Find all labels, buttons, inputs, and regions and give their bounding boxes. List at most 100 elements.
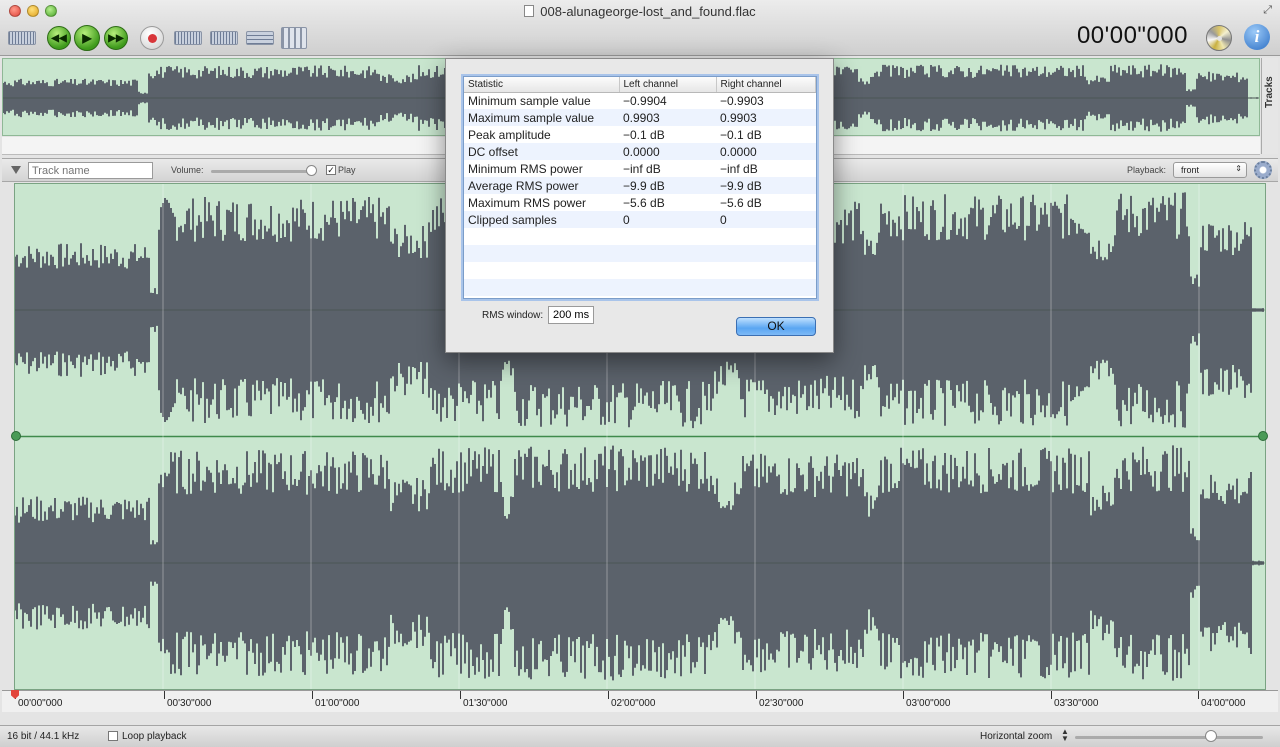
- table-row[interactable]: DC offset 0.0000 0.0000: [464, 143, 816, 160]
- table-row[interactable]: Average RMS power −9.9 dB −9.9 dB: [464, 177, 816, 194]
- left-channel-value: −9.9 dB: [619, 177, 716, 194]
- playback-select-value: front: [1181, 165, 1200, 175]
- column-header-left-channel[interactable]: Left channel: [619, 77, 717, 93]
- ruler-tick: [460, 691, 461, 699]
- ruler-label: 03'00"000: [906, 698, 951, 709]
- table-row[interactable]: Maximum RMS power −5.6 dB −5.6 dB: [464, 194, 816, 211]
- ruler-tick: [1198, 691, 1199, 699]
- statistic-name: DC offset: [464, 143, 619, 160]
- ruler-tick: [164, 691, 165, 699]
- clear-icon: [210, 31, 238, 45]
- document-icon: [524, 5, 535, 17]
- statistic-name: Peak amplitude: [468, 127, 551, 142]
- ruler-label: 03'30"000: [1054, 698, 1099, 709]
- zoom-stepper-icon[interactable]: ▲ ▼: [1061, 728, 1069, 743]
- time-display: 00'00"000: [1076, 22, 1188, 49]
- rewind-button[interactable]: ◀◀: [47, 24, 71, 52]
- left-channel-value: 0.0000: [619, 143, 716, 160]
- table-row[interactable]: Clipped samples 0 0: [464, 211, 816, 228]
- info-icon[interactable]: i: [1244, 24, 1270, 50]
- mixer-icon: [281, 27, 307, 49]
- play-label: Play: [338, 165, 356, 175]
- horizontal-zoom-slider[interactable]: [1075, 736, 1263, 739]
- statistic-name: Average RMS power: [464, 177, 619, 194]
- right-channel-value: −inf dB: [720, 161, 758, 176]
- table-row[interactable]: Maximum sample value 0.9903 0.9903: [464, 109, 816, 126]
- gear-icon[interactable]: [1254, 161, 1272, 179]
- fast-forward-icon: ▶▶: [104, 26, 128, 50]
- empty-row: [464, 262, 816, 279]
- app-window: 008-alunageorge-lost_and_found.flac ⤢ ◀◀…: [0, 0, 1280, 747]
- statistics-table: Statistic Left channel Right channel Min…: [463, 76, 817, 299]
- tracks-tab-label: Tracks: [1264, 76, 1275, 108]
- time-ruler[interactable]: 00'00"000 00'30"000 01'00"000 01'30"000 02'0…: [2, 690, 1278, 712]
- left-channel-value: 0: [619, 211, 716, 228]
- left-channel-value: 0.9903: [619, 109, 716, 126]
- loop-button[interactable]: [174, 24, 202, 52]
- playback-select[interactable]: front ⇕: [1173, 162, 1247, 178]
- effects-icon: [246, 31, 274, 45]
- effects-button[interactable]: [246, 24, 274, 52]
- horizontal-zoom-label: Horizontal zoom: [980, 731, 1053, 742]
- statistic-name: Maximum sample value: [464, 109, 619, 126]
- table-row[interactable]: Peak amplitude −0.1 dB −0.1 dB: [464, 126, 816, 143]
- ok-button[interactable]: OK: [736, 317, 816, 336]
- collapse-track-icon[interactable]: [11, 166, 21, 174]
- column-header-statistic[interactable]: Statistic: [464, 77, 620, 93]
- record-icon: [140, 26, 164, 50]
- track-name-input[interactable]: [28, 162, 153, 179]
- left-channel-value: −inf dB: [623, 161, 661, 176]
- table-row[interactable]: Minimum RMS power −inf dB −inf dB: [464, 160, 816, 177]
- volume-slider[interactable]: [211, 170, 316, 173]
- volume-label: Volume:: [171, 165, 204, 175]
- ruler-tick: [312, 691, 313, 699]
- volume-slider-knob[interactable]: [306, 165, 317, 176]
- envelope-point-right[interactable]: [1258, 431, 1268, 441]
- empty-row: [464, 228, 816, 245]
- column-header-right-channel[interactable]: Right channel: [716, 77, 816, 93]
- fullscreen-icon[interactable]: ⤢: [1263, 4, 1272, 17]
- loop-icon: [174, 31, 202, 45]
- ruler-tick: [756, 691, 757, 699]
- window-title: 008-alunageorge-lost_and_found.flac: [0, 4, 1280, 19]
- right-channel-value: −0.1 dB: [720, 127, 762, 142]
- select-arrows-icon: ⇕: [1235, 164, 1242, 173]
- table-row[interactable]: Minimum sample value −0.9904 −0.9903: [464, 92, 816, 109]
- empty-row: [464, 245, 816, 262]
- ruler-label: 01'00"000: [315, 698, 360, 709]
- loop-playback-label: Loop playback: [122, 731, 187, 742]
- horizontal-zoom-knob[interactable]: [1205, 730, 1217, 742]
- statistic-name: Minimum sample value: [468, 93, 591, 108]
- mixer-button[interactable]: [281, 24, 307, 52]
- ruler-tick: [1051, 691, 1052, 699]
- input-level-button[interactable]: [8, 24, 36, 52]
- ruler-label: 00'00"000: [18, 698, 63, 709]
- loop-playback-checkbox[interactable]: [108, 731, 118, 741]
- envelope-point-left[interactable]: [11, 431, 21, 441]
- play-button[interactable]: ▶: [74, 24, 100, 52]
- clear-button[interactable]: [210, 24, 238, 52]
- right-channel-value: 0.9903: [716, 109, 816, 126]
- right-channel-value: 0: [716, 211, 816, 228]
- ruler-label: 02'00"000: [611, 698, 656, 709]
- input-level-icon: [8, 31, 36, 45]
- ruler-tick: [608, 691, 609, 699]
- ruler-label: 00'30"000: [167, 698, 212, 709]
- left-channel-value: −0.9904: [623, 93, 667, 108]
- right-channel-value: −5.6 dB: [720, 195, 762, 210]
- status-bar: 16 bit / 44.1 kHz Loop playback Horizont…: [0, 725, 1280, 747]
- tracks-tab[interactable]: Tracks: [1261, 58, 1278, 154]
- left-channel-value: −5.6 dB: [623, 195, 665, 210]
- rms-window-label: RMS window:: [482, 310, 544, 321]
- play-checkbox[interactable]: ✓: [326, 165, 336, 175]
- toolbar: 008-alunageorge-lost_and_found.flac ⤢ ◀◀…: [0, 0, 1280, 56]
- rms-window-input[interactable]: [548, 306, 594, 324]
- record-button[interactable]: [140, 24, 164, 52]
- fast-forward-button[interactable]: ▶▶: [104, 24, 128, 52]
- rewind-icon: ◀◀: [47, 26, 71, 50]
- right-channel-value: 0.0000: [716, 143, 816, 160]
- statistic-name: Maximum RMS power: [468, 195, 587, 210]
- statistics-dialog: Statistic Left channel Right channel Min…: [445, 58, 834, 353]
- window-title-text: 008-alunageorge-lost_and_found.flac: [540, 4, 756, 19]
- burn-cd-icon[interactable]: [1206, 25, 1232, 51]
